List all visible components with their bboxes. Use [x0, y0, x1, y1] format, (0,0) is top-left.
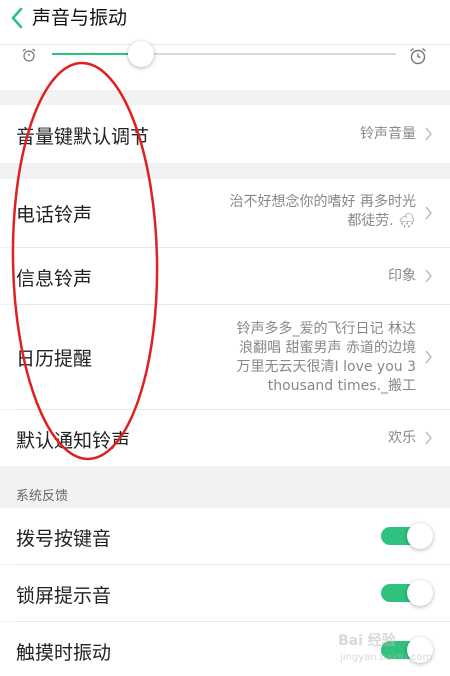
page-title: 声音与振动 — [32, 7, 128, 29]
row-label: 音量键默认调节 — [16, 126, 150, 148]
phone-ringtone-row[interactable]: 电话铃声 治不好想念你的嗜好 再多时光 都徒劳. 🌧 — [0, 179, 450, 247]
row-value-line: 欢乐 — [388, 430, 416, 446]
dial-pad-tone-toggle[interactable] — [381, 523, 433, 549]
section-title: 系统反馈 — [16, 489, 69, 504]
row-value-line: 铃声音量 — [360, 126, 416, 142]
row-label: 触摸时振动 — [16, 642, 112, 664]
haptic-feedback-toggle[interactable] — [381, 637, 433, 663]
row-value: 铃声音量 — [360, 125, 416, 144]
row-label: 日历提醒 — [16, 348, 93, 370]
chevron-right-icon — [425, 127, 432, 141]
chevron-right-icon — [425, 269, 432, 283]
slider-thumb[interactable] — [128, 41, 154, 67]
row-value-line: thousand times._搬工 — [267, 378, 416, 394]
section-header: 系统反馈 — [0, 478, 450, 508]
row-value-line: 都徒劳. 🌧 — [347, 213, 416, 229]
chevron-right-icon — [425, 350, 432, 364]
alarm-clock-small-icon — [22, 48, 36, 62]
alarm-volume-slider[interactable] — [52, 41, 396, 67]
row-value: 欢乐 — [388, 429, 416, 448]
row-value-line: 铃声多多_爱的飞行日记 林达 — [236, 321, 416, 337]
lock-screen-sound-row[interactable]: 锁屏提示音 — [0, 565, 450, 621]
chevron-right-icon — [425, 206, 432, 220]
row-value: 印象 — [388, 267, 416, 286]
row-label: 信息铃声 — [16, 268, 93, 290]
settings-page: 声音与振动 音量键默认调节 铃声音量 电话铃声 治不好想念你的嗜好 再多时光 都… — [0, 0, 450, 676]
message-ringtone-row[interactable]: 信息铃声 印象 — [0, 248, 450, 304]
alarm-clock-large-icon — [410, 47, 426, 65]
row-label: 默认通知铃声 — [16, 430, 131, 452]
chevron-right-icon — [425, 431, 432, 445]
row-value-line: 浪翻唱 甜蜜男声 赤道的边境 — [239, 340, 416, 356]
default-notification-ringtone-row[interactable]: 默认通知铃声 欢乐 — [0, 410, 450, 466]
row-value-line: 治不好想念你的嗜好 再多时光 — [229, 194, 416, 210]
back-button[interactable] — [6, 4, 30, 32]
row-label: 电话铃声 — [16, 204, 93, 226]
haptic-feedback-row[interactable]: 触摸时振动 — [0, 622, 450, 676]
dial-pad-tone-row[interactable]: 拨号按键音 — [0, 508, 450, 564]
alarm-volume-row — [0, 41, 450, 90]
volume-key-default-row[interactable]: 音量键默认调节 铃声音量 — [0, 105, 450, 163]
toggle-knob — [407, 637, 433, 663]
header-bar: 声音与振动 — [0, 0, 450, 45]
toggle-knob — [407, 523, 433, 549]
toggle-knob — [407, 580, 433, 606]
row-value: 铃声多多_爱的飞行日记 林达 浪翻唱 甜蜜男声 赤道的边境 万里无云天很清I l… — [237, 320, 416, 396]
row-value-line: 印象 — [388, 268, 416, 284]
lock-screen-sound-toggle[interactable] — [381, 580, 433, 606]
row-value-line: 万里无云天很清I love you 3 — [236, 359, 416, 375]
row-label: 锁屏提示音 — [16, 585, 112, 607]
row-value: 治不好想念你的嗜好 再多时光 都徒劳. 🌧 — [230, 193, 416, 231]
chevron-left-icon — [11, 7, 23, 29]
calendar-reminder-row[interactable]: 日历提醒 铃声多多_爱的飞行日记 林达 浪翻唱 甜蜜男声 赤道的边境 万里无云天… — [0, 305, 450, 409]
row-label: 拨号按键音 — [16, 528, 112, 550]
